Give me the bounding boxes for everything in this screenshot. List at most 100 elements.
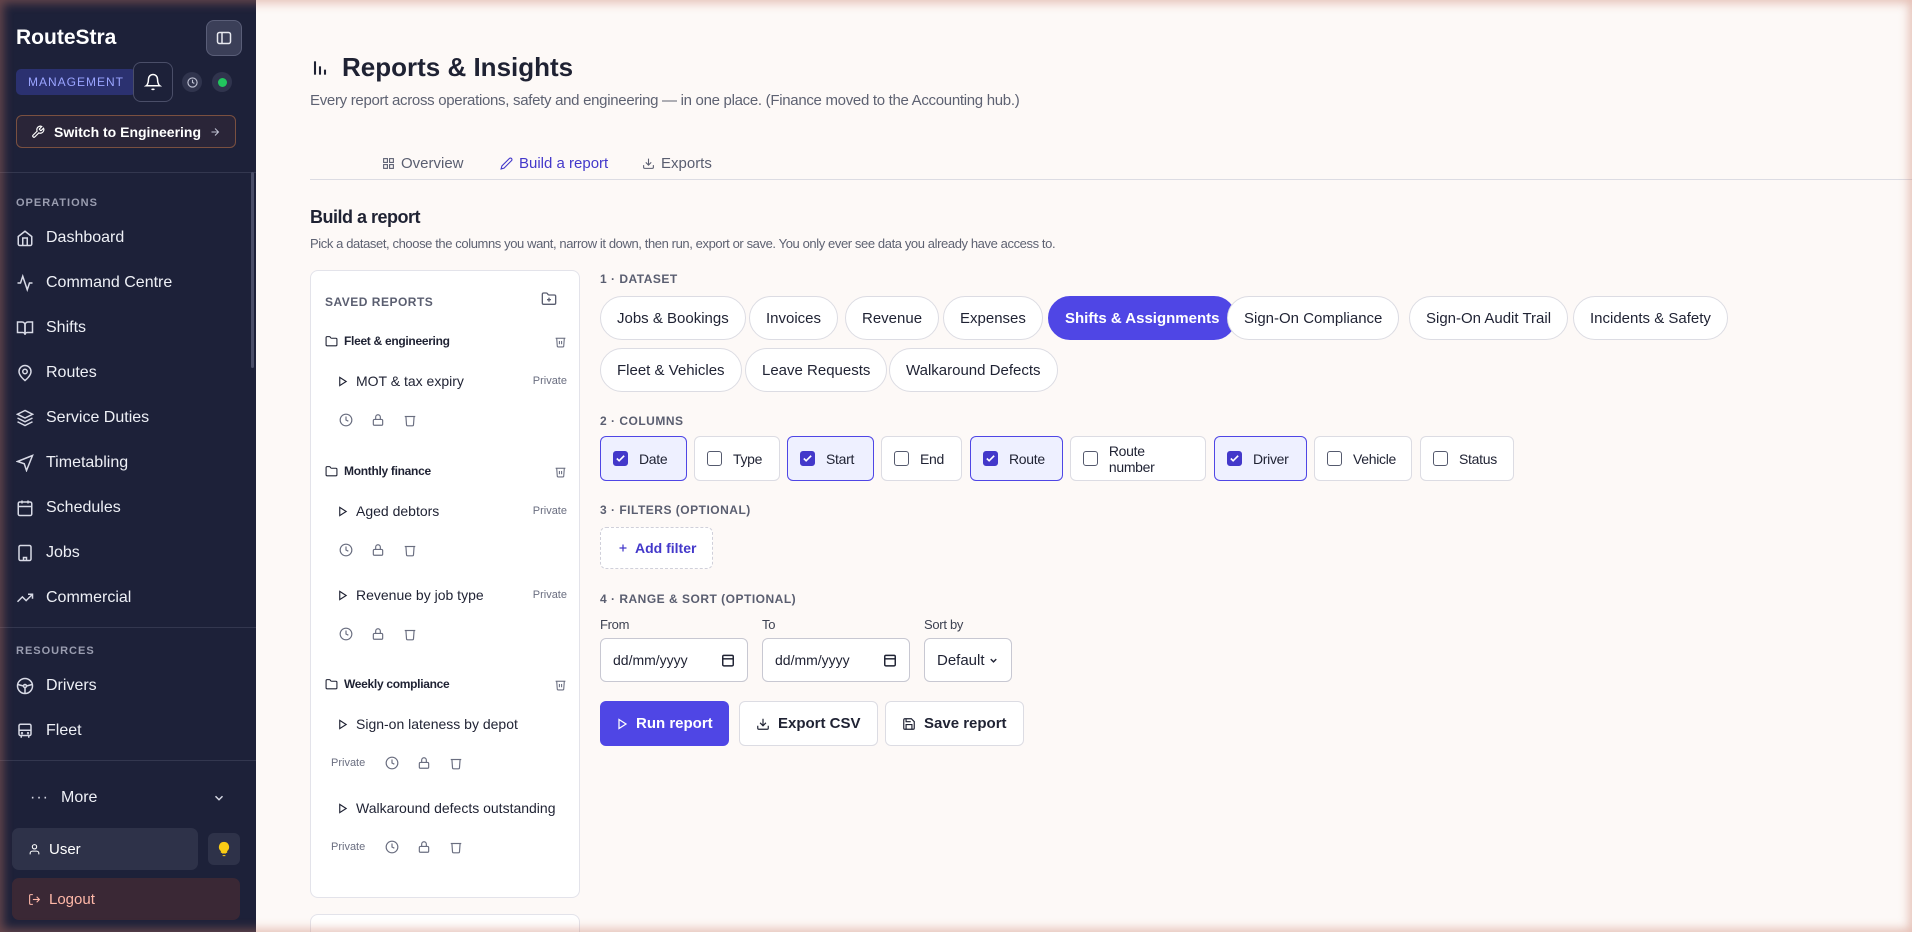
dataset-chip[interactable]: Expenses [943, 296, 1043, 340]
lock-icon[interactable] [417, 756, 431, 770]
folder-icon [325, 465, 338, 476]
dataset-chip[interactable]: Leave Requests [745, 348, 888, 392]
clock-icon[interactable] [385, 840, 399, 854]
building-icon [18, 544, 32, 562]
add-filter-button[interactable]: Add filter [600, 527, 714, 569]
dataset-chip[interactable]: Fleet & Vehicles [600, 348, 742, 392]
column-checkbox-end[interactable]: End [881, 436, 962, 481]
notifications-button[interactable] [133, 62, 173, 102]
saved-report-item[interactable]: Sign-on lateness by depot [337, 714, 567, 734]
dataset-chip[interactable]: Sign-On Compliance [1227, 296, 1400, 340]
saved-report-item[interactable]: Aged debtors Private [337, 501, 567, 521]
more-menu-toggle[interactable]: ··· More [30, 782, 226, 814]
chevron-down-icon [214, 795, 224, 801]
trash-icon[interactable] [403, 413, 417, 427]
switch-to-engineering-button[interactable]: Switch to Engineering [16, 115, 236, 148]
logout-button[interactable]: Logout [12, 878, 240, 920]
to-label: To [762, 617, 776, 632]
nav-item-dashboard[interactable]: Dashboard [16, 221, 241, 255]
dataset-chip[interactable]: Revenue [845, 296, 940, 340]
report-actions: Private [331, 840, 463, 854]
to-date-input[interactable]: dd/mm/yyyy [762, 638, 910, 682]
column-checkbox-type[interactable]: Type [694, 436, 780, 481]
dataset-chip[interactable]: Jobs & Bookings [600, 296, 746, 340]
sidebar-toggle-icon [216, 31, 232, 45]
column-checkbox-route-number[interactable]: Route number [1070, 436, 1206, 481]
folder-fleet-engineering[interactable]: Fleet & engineering [325, 331, 567, 351]
tab-build-a-report[interactable]: Build a report [500, 146, 608, 180]
trash-icon[interactable] [403, 543, 417, 557]
nav-item-shifts[interactable]: Shifts [16, 311, 241, 345]
user-button[interactable]: User [12, 828, 198, 870]
report-name: MOT & tax expiry [356, 373, 464, 389]
calendar-icon[interactable] [883, 653, 897, 667]
lock-icon[interactable] [371, 413, 385, 427]
clock-icon[interactable] [385, 756, 399, 770]
column-checkbox-date[interactable]: Date [600, 436, 687, 481]
nav-item-jobs[interactable]: Jobs [16, 536, 241, 570]
folder-icon [325, 678, 338, 689]
dataset-chip[interactable]: Incidents & Safety [1573, 296, 1728, 340]
report-actions [339, 627, 417, 641]
report-actions [339, 543, 417, 557]
column-checkbox-vehicle[interactable]: Vehicle [1314, 436, 1412, 481]
logout-icon [29, 893, 41, 905]
from-date-input[interactable]: dd/mm/yyyy [600, 638, 748, 682]
nav-item-drivers[interactable]: Drivers [16, 669, 241, 703]
lock-icon[interactable] [417, 840, 431, 854]
dataset-chip[interactable]: Invoices [749, 296, 839, 340]
builder-title: Build a report [310, 207, 421, 227]
new-folder-button[interactable] [541, 291, 557, 312]
clock-icon[interactable] [339, 627, 353, 641]
nav-item-commercial[interactable]: Commercial [16, 581, 241, 615]
run-report-button[interactable]: Run report [600, 701, 729, 746]
column-checkbox-driver[interactable]: Driver [1214, 436, 1307, 481]
trash-icon[interactable] [554, 678, 567, 691]
tips-button[interactable] [208, 833, 240, 865]
report-actions [339, 413, 417, 427]
saved-report-item[interactable]: MOT & tax expiry Private [337, 371, 567, 391]
trash-icon[interactable] [554, 465, 567, 478]
tab-overview[interactable]: Overview [382, 146, 464, 180]
clock-icon[interactable] [339, 413, 353, 427]
column-checkbox-status[interactable]: Status [1420, 436, 1514, 481]
save-report-button[interactable]: Save report [885, 701, 1024, 746]
column-label: Driver [1253, 450, 1289, 467]
nav-item-schedules[interactable]: Schedules [16, 491, 241, 525]
step-filters-label: 3 · FILTERS (OPTIONAL) [600, 503, 751, 517]
nav-item-service-duties[interactable]: Service Duties [16, 401, 241, 435]
sidebar-scrollbar[interactable] [251, 172, 254, 368]
sort-select[interactable]: Default [924, 638, 1012, 682]
column-checkbox-start[interactable]: Start [787, 436, 874, 481]
tab-exports[interactable]: Exports [642, 146, 712, 180]
nav-item-command-centre[interactable]: Command Centre [16, 266, 241, 300]
trash-icon[interactable] [554, 335, 567, 348]
to-date-value: dd/mm/yyyy [775, 652, 850, 668]
divider [0, 627, 256, 628]
calendar-icon[interactable] [721, 653, 735, 667]
trash-icon[interactable] [449, 840, 463, 854]
dataset-chip-selected[interactable]: Shifts & Assignments [1048, 296, 1237, 340]
folder-weekly-compliance[interactable]: Weekly compliance [325, 674, 567, 694]
dataset-chip[interactable]: Sign-On Audit Trail [1409, 296, 1569, 340]
saved-report-item[interactable]: Revenue by job type Private [337, 585, 567, 605]
folder-monthly-finance[interactable]: Monthly finance [325, 461, 567, 481]
collapse-sidebar-button[interactable] [206, 20, 242, 56]
export-csv-button[interactable]: Export CSV [739, 701, 878, 746]
trash-icon[interactable] [449, 756, 463, 770]
layers-icon [16, 409, 34, 427]
steering-wheel-icon [16, 677, 34, 695]
clock-icon[interactable] [339, 543, 353, 557]
send-icon [16, 454, 34, 472]
trash-icon[interactable] [403, 627, 417, 641]
nav-item-fleet[interactable]: Fleet [16, 714, 241, 748]
nav-item-routes[interactable]: Routes [16, 356, 241, 390]
lock-icon[interactable] [371, 627, 385, 641]
column-checkbox-route[interactable]: Route [970, 436, 1063, 481]
ellipsis-icon: ··· [30, 789, 49, 806]
dataset-chip[interactable]: Walkaround Defects [889, 348, 1058, 392]
nav-item-timetabling[interactable]: Timetabling [16, 446, 241, 480]
clock-status-button[interactable] [182, 72, 202, 92]
saved-report-item[interactable]: Walkaround defects outstanding [337, 798, 567, 818]
lock-icon[interactable] [371, 543, 385, 557]
